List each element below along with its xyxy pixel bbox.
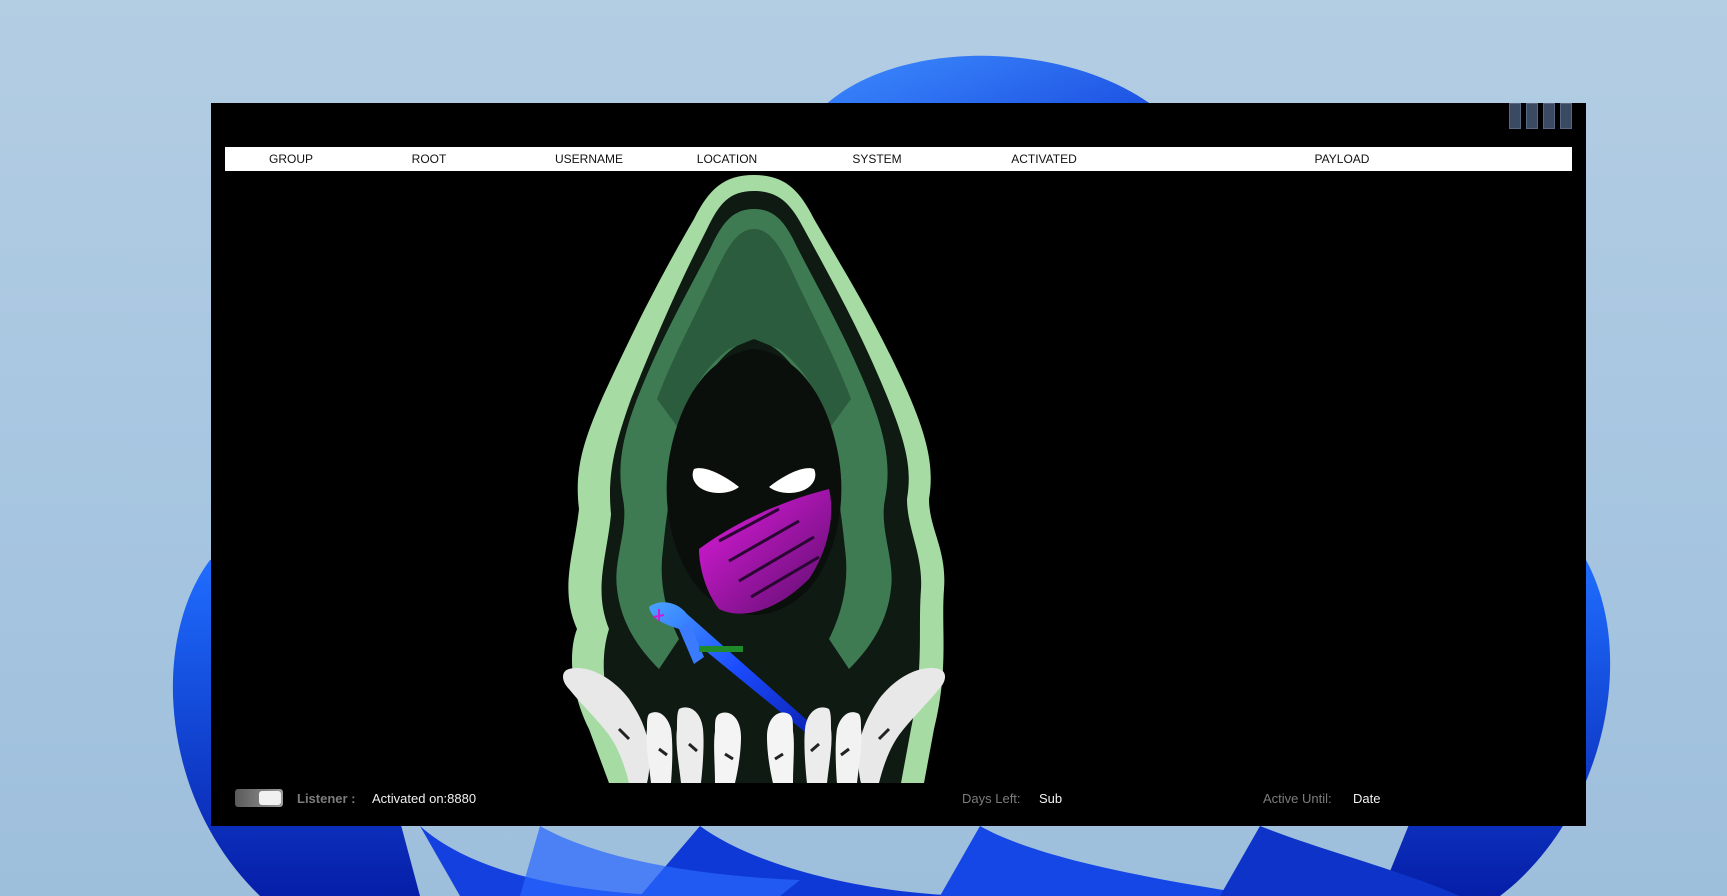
days-left-value: Sub <box>1039 791 1063 806</box>
status-bar: Listener : Activated on:8880 Days Left: … <box>211 779 1586 819</box>
window-control-4[interactable] <box>1560 103 1572 129</box>
column-header-location[interactable]: LOCATION <box>697 147 757 171</box>
table-header: GROUP ROOT USERNAME LOCATION SYSTEM ACTI… <box>225 147 1572 171</box>
column-header-root[interactable]: ROOT <box>412 147 447 171</box>
column-header-group[interactable]: GROUP <box>269 147 313 171</box>
days-left-label: Days Left: <box>962 791 1021 806</box>
listener-label: Listener : <box>297 791 356 806</box>
column-header-activated[interactable]: ACTIVATED <box>1011 147 1077 171</box>
listener-toggle[interactable] <box>235 789 283 807</box>
app-window: GROUP ROOT USERNAME LOCATION SYSTEM ACTI… <box>211 103 1586 826</box>
hooded-figure-logo <box>563 175 945 783</box>
active-until-value: Date <box>1353 791 1381 806</box>
desktop: GROUP ROOT USERNAME LOCATION SYSTEM ACTI… <box>0 0 1727 896</box>
window-control-3[interactable] <box>1543 103 1555 129</box>
column-header-system[interactable]: SYSTEM <box>852 147 901 171</box>
listener-toggle-knob <box>259 791 281 805</box>
listener-value: Activated on:8880 <box>372 791 477 806</box>
window-control-1[interactable] <box>1509 103 1521 129</box>
active-until-label: Active Until: <box>1263 791 1332 806</box>
window-controls <box>1509 103 1572 129</box>
column-header-username[interactable]: USERNAME <box>555 147 623 171</box>
column-header-payload[interactable]: PAYLOAD <box>1315 147 1370 171</box>
window-control-2[interactable] <box>1526 103 1538 129</box>
